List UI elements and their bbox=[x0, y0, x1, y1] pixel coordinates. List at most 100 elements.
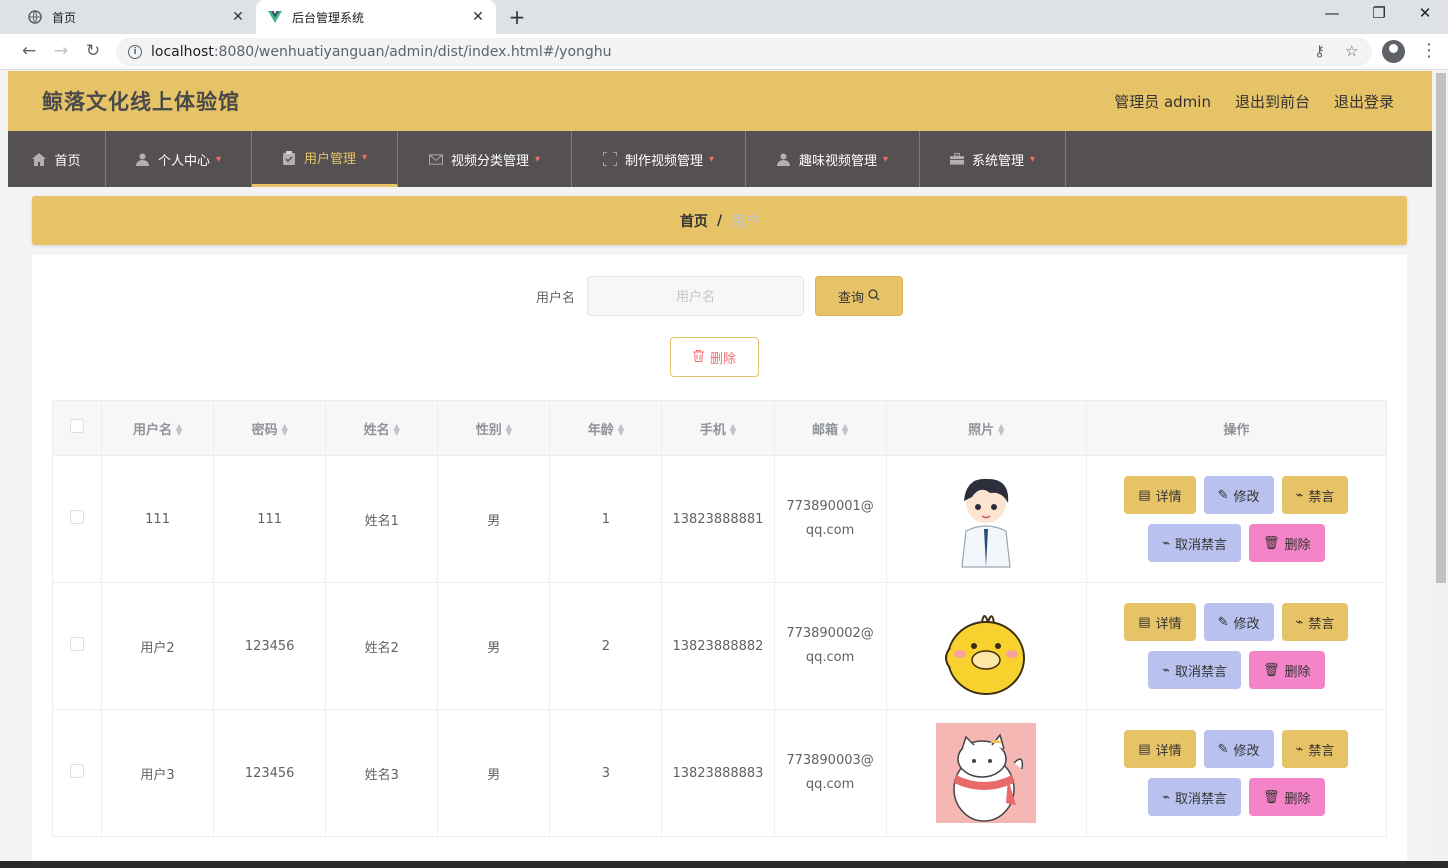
detail-button[interactable]: ▤ 详情 bbox=[1124, 476, 1196, 514]
browser-tab-home[interactable]: 首页 ✕ bbox=[16, 0, 256, 34]
admin-label: 管理员 admin bbox=[1114, 92, 1211, 111]
sort-icon[interactable]: ▲ ▼ bbox=[842, 423, 848, 437]
forward-arrow-icon[interactable]: → bbox=[50, 41, 72, 61]
reload-icon[interactable]: ↻ bbox=[82, 41, 104, 61]
cell-name: 姓名2 bbox=[325, 582, 439, 710]
cell-actions: ▤ 详情 ✎ 修改 ⌁ 禁言 ⌁ 取消禁言 🗑 删除 bbox=[1085, 582, 1388, 710]
cell-phone: 13823888883 bbox=[661, 709, 775, 837]
back-arrow-icon[interactable]: ← bbox=[18, 41, 40, 61]
column-header-photo[interactable]: 照片 ▲ ▼ bbox=[885, 400, 1087, 456]
cell-photo bbox=[885, 582, 1087, 710]
sort-icon[interactable]: ▲ ▼ bbox=[998, 423, 1004, 437]
document-icon: ▤ bbox=[1138, 487, 1151, 502]
more-options-icon[interactable]: ⋮ bbox=[1420, 40, 1438, 61]
nav-item-user-management[interactable]: 用户管理 ▾ bbox=[252, 131, 398, 187]
unban-icon: ⌁ bbox=[1162, 535, 1170, 550]
column-header-email[interactable]: 邮箱 ▲ ▼ bbox=[773, 400, 887, 456]
nav-item-personal-center[interactable]: 个人中心 ▾ bbox=[106, 131, 252, 187]
browser-tab-admin[interactable]: 后台管理系统 ✕ bbox=[256, 0, 496, 34]
mail-icon bbox=[428, 152, 443, 166]
new-tab-icon[interactable]: + bbox=[507, 5, 527, 29]
column-header-phone[interactable]: 手机 ▲ ▼ bbox=[661, 400, 775, 456]
nav-label: 系统管理 bbox=[971, 153, 1024, 169]
username-search-input[interactable] bbox=[587, 276, 804, 316]
row-checkbox[interactable] bbox=[70, 764, 85, 778]
search-icon bbox=[868, 288, 880, 304]
nav-item-home[interactable]: 首页 bbox=[8, 131, 106, 187]
home-icon bbox=[32, 152, 47, 166]
table-row: 用户2 123456 姓名2 男 2 13823888882 773890002… bbox=[51, 582, 1388, 710]
sort-icon[interactable]: ▲ ▼ bbox=[176, 423, 182, 437]
nav-item-system[interactable]: 系统管理 ▾ bbox=[920, 131, 1066, 187]
column-header-username[interactable]: 用户名 ▲ ▼ bbox=[101, 400, 215, 456]
star-icon[interactable]: ☆ bbox=[1345, 42, 1358, 60]
row-checkbox[interactable] bbox=[70, 510, 85, 524]
url-host: localhost bbox=[151, 44, 214, 60]
exit-to-front-link[interactable]: 退出到前台 bbox=[1235, 91, 1310, 112]
scrollbar-thumb[interactable] bbox=[1436, 73, 1446, 583]
ban-button[interactable]: ⌁ 禁言 bbox=[1281, 476, 1349, 514]
delete-button[interactable]: 🗑 删除 bbox=[1249, 778, 1325, 816]
main-content: 用户名 查询 删除 用户名▲▼ 密码▲▼ 姓名▲▼ bbox=[32, 255, 1407, 861]
vue-logo-icon bbox=[268, 10, 282, 24]
window-close-icon[interactable]: ✕ bbox=[1415, 4, 1435, 22]
profile-avatar[interactable] bbox=[1382, 40, 1405, 63]
cell-phone: 13823888881 bbox=[661, 455, 775, 583]
key-icon[interactable]: ⚷ bbox=[1314, 42, 1325, 60]
sort-icon[interactable]: ▲ ▼ bbox=[618, 423, 624, 437]
nav-item-fun-video[interactable]: 趣味视频管理 ▾ bbox=[746, 131, 920, 187]
delete-button[interactable]: 🗑 删除 bbox=[1249, 524, 1325, 562]
column-header-gender[interactable]: 性别 ▲ ▼ bbox=[437, 400, 551, 456]
user-photo-boy-doctor[interactable] bbox=[936, 469, 1037, 569]
breadcrumb-home[interactable]: 首页 bbox=[680, 211, 708, 231]
edit-button[interactable]: ✎ 修改 bbox=[1203, 476, 1274, 514]
unban-button[interactable]: ⌁ 取消禁言 bbox=[1148, 524, 1242, 562]
nav-label: 视频分类管理 bbox=[450, 153, 529, 169]
column-header-age[interactable]: 年龄 ▲ ▼ bbox=[549, 400, 663, 456]
query-button[interactable]: 查询 bbox=[815, 276, 903, 316]
cell-username: 用户2 bbox=[101, 582, 215, 710]
restore-icon[interactable]: ❐ bbox=[1369, 4, 1389, 22]
sort-icon[interactable]: ▲ ▼ bbox=[730, 423, 736, 437]
nav-label: 制作视频管理 bbox=[624, 153, 703, 169]
unban-button[interactable]: ⌁ 取消禁言 bbox=[1148, 651, 1242, 689]
search-form: 用户名 查询 bbox=[32, 276, 1407, 316]
ban-button[interactable]: ⌁ 禁言 bbox=[1281, 603, 1349, 641]
close-icon[interactable]: ✕ bbox=[470, 9, 486, 25]
user-icon bbox=[136, 152, 150, 166]
user-photo-white-cat[interactable] bbox=[936, 723, 1037, 823]
table-header-row: 用户名 ▲ ▼ 密码 ▲ ▼ 姓名 ▲ ▼ 性别 ▲ ▼ 年龄 ▲ ▼ 手机 ▲ ▼ 邮箱 ▲ ▼ 照片 ▲ ▼… bbox=[51, 400, 1388, 456]
row-checkbox[interactable] bbox=[70, 637, 85, 651]
sort-icon[interactable]: ▲ ▼ bbox=[282, 423, 288, 437]
page-viewport: 鲸落文化线上体验馆 管理员 admin 退出到前台 退出登录 首页 个人中心 ▾… bbox=[8, 71, 1432, 861]
nav-item-video-category[interactable]: 视频分类管理 ▾ bbox=[398, 131, 572, 187]
column-header-password[interactable]: 密码 ▲ ▼ bbox=[213, 400, 327, 456]
unban-button[interactable]: ⌁ 取消禁言 bbox=[1148, 778, 1242, 816]
batch-delete-button[interactable]: 删除 bbox=[670, 337, 759, 377]
delete-button[interactable]: 🗑 删除 bbox=[1249, 651, 1325, 689]
nav-item-production-video[interactable]: 制作视频管理 ▾ bbox=[572, 131, 746, 187]
column-header-name[interactable]: 姓名 ▲ ▼ bbox=[325, 400, 439, 456]
select-all-cell bbox=[51, 400, 103, 456]
logout-link[interactable]: 退出登录 bbox=[1334, 91, 1394, 112]
sort-icon[interactable]: ▲ ▼ bbox=[394, 423, 400, 437]
close-icon[interactable]: ✕ bbox=[230, 9, 246, 25]
nav-label: 用户管理 bbox=[303, 152, 356, 167]
select-all-checkbox[interactable] bbox=[70, 419, 85, 433]
os-taskbar bbox=[0, 861, 1448, 868]
sort-icon[interactable]: ▲ ▼ bbox=[506, 423, 512, 437]
cell-name: 姓名1 bbox=[325, 455, 439, 583]
breadcrumb-current: 用户 bbox=[731, 213, 760, 230]
info-icon[interactable]: i bbox=[128, 45, 142, 59]
detail-button[interactable]: ▤ 详情 bbox=[1124, 603, 1196, 641]
edit-button[interactable]: ✎ 修改 bbox=[1203, 603, 1274, 641]
url-field[interactable]: i localhost:8080/wenhuatiyanguan/admin/d… bbox=[116, 38, 1372, 66]
cell-phone: 13823888882 bbox=[661, 582, 775, 710]
ban-button[interactable]: ⌁ 禁言 bbox=[1281, 730, 1349, 768]
user-photo-yellow-duck[interactable] bbox=[936, 596, 1037, 696]
detail-button[interactable]: ▤ 详情 bbox=[1124, 730, 1196, 768]
url-path: :8080/wenhuatiyanguan/admin/dist/index.h… bbox=[213, 44, 612, 60]
edit-button[interactable]: ✎ 修改 bbox=[1203, 730, 1274, 768]
minimize-icon[interactable]: — bbox=[1322, 4, 1342, 22]
page-scrollbar[interactable] bbox=[1434, 71, 1448, 861]
